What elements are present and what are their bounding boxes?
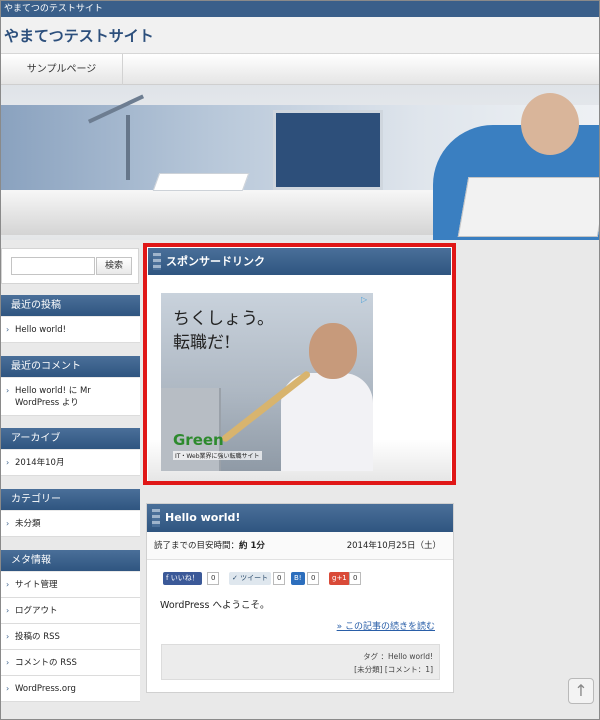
- monitor-illustration: [273, 110, 383, 190]
- tweet-button[interactable]: ✓ ツイート: [229, 572, 272, 585]
- ad-heading: スポンサードリンク: [148, 248, 451, 275]
- topbar-text[interactable]: やまてつのテストサイト: [4, 4, 103, 14]
- sidebar-item-label[interactable]: Hello world! に Mr WordPress より: [15, 386, 91, 408]
- global-nav: サンプルページ: [1, 53, 599, 85]
- hatena-count: 0: [307, 572, 320, 585]
- sidebar-item-label[interactable]: Hello world!: [15, 325, 66, 335]
- read-time-label: 読了までの目安時間：: [154, 541, 240, 551]
- widget-heading-archives: アーカイブ: [1, 428, 140, 449]
- arrow-up-icon: ↑: [574, 681, 588, 700]
- sidebar-item-label[interactable]: 投稿の RSS: [15, 632, 60, 642]
- post-title[interactable]: Hello world!: [165, 511, 240, 524]
- read-time-value: 約 1分: [239, 541, 265, 551]
- hatena-bookmark-button[interactable]: B!: [291, 572, 305, 585]
- post-meta: 読了までの目安時間：約 1分 2014年10月25日（土）: [147, 532, 453, 560]
- google-plus-button[interactable]: g+1: [329, 572, 350, 585]
- post-category-comments[interactable]: [未分類] [コメント：1]: [168, 663, 433, 676]
- sidebar-item-category[interactable]: › 未分類: [1, 511, 140, 537]
- person-head: [521, 93, 579, 155]
- tweet-label: ツイート: [240, 574, 269, 582]
- header-image: [1, 85, 599, 240]
- sidebar-item-recent-post[interactable]: › Hello world!: [1, 317, 140, 343]
- search-widget: 検索: [1, 248, 139, 284]
- arrow-icon: ›: [6, 519, 10, 528]
- widget-heading-categories: カテゴリー: [1, 489, 140, 510]
- arrow-icon: ›: [6, 386, 10, 395]
- read-more-link[interactable]: » この記事の続きを読む: [337, 619, 435, 632]
- laptop-illustration: [457, 177, 599, 237]
- post-tags[interactable]: タグ ：Hello world!: [168, 650, 433, 663]
- sidebar-item-archive[interactable]: › 2014年10月: [1, 450, 140, 476]
- ad-logo-tagline: IT・Web業界に強い転職サイト: [173, 451, 262, 460]
- sidebar-item-label[interactable]: WordPress.org: [15, 684, 76, 694]
- sidebar-item-label[interactable]: コメントの RSS: [15, 658, 77, 668]
- sidebar-item-site-admin[interactable]: › サイト管理: [1, 572, 140, 598]
- ad-headline-line1: ちくしょう。: [173, 309, 274, 329]
- twitter-icon: ✓: [232, 574, 238, 582]
- back-to-top-button[interactable]: ↑: [568, 678, 594, 704]
- search-input[interactable]: [11, 257, 95, 275]
- ad-headline-line2: 転職だ!: [173, 333, 231, 353]
- post-date: 2014年10月25日（土）: [346, 541, 441, 551]
- site-header: やまてつテストサイト: [1, 17, 599, 53]
- man-face: [309, 323, 357, 379]
- arrow-icon: ›: [6, 606, 10, 615]
- facebook-like-button[interactable]: f いいね！: [163, 572, 202, 585]
- sidebar-item-label[interactable]: 2014年10月: [15, 458, 64, 468]
- post-footer: タグ ：Hello world! [未分類] [コメント：1]: [161, 644, 440, 680]
- ad-headline: ちくしょう。 転職だ!: [173, 307, 274, 355]
- sponsored-link-widget: スポンサードリンク ちくしょう。 転職だ! Green IT・Web業界に強い転…: [143, 243, 456, 485]
- read-time: 読了までの目安時間：約 1分: [154, 532, 265, 560]
- ad-body: ちくしょう。 転職だ! Green IT・Web業界に強い転職サイト ▷ ✕: [148, 275, 451, 481]
- sidebar-item-posts-rss[interactable]: › 投稿の RSS: [1, 624, 140, 650]
- widget-heading-recent-comments: 最近のコメント: [1, 356, 140, 377]
- sidebar-item-label[interactable]: ログアウト: [15, 606, 58, 616]
- tweet-count: 0: [273, 572, 286, 585]
- ad-choices-icon[interactable]: ▷: [361, 295, 367, 304]
- sidebar-item-recent-comment[interactable]: › Hello world! に Mr WordPress より: [1, 378, 140, 416]
- like-count: 0: [207, 572, 220, 585]
- arrow-icon: ›: [6, 580, 10, 589]
- arrow-icon: ›: [6, 632, 10, 641]
- post-article: Hello world! 読了までの目安時間：約 1分 2014年10月25日（…: [146, 503, 454, 693]
- arrow-icon: ›: [6, 325, 10, 334]
- ad-heading-label: スポンサードリンク: [166, 255, 265, 268]
- admin-topbar: やまてつのテストサイト: [1, 1, 599, 17]
- search-button[interactable]: 検索: [96, 257, 132, 275]
- gplus-count: 0: [349, 572, 362, 585]
- nav-item-sample-page[interactable]: サンプルページ: [1, 54, 123, 85]
- widget-heading-recent-posts: 最近の投稿: [1, 295, 140, 316]
- widget-heading-meta: メタ情報: [1, 550, 140, 571]
- post-title-bar: Hello world!: [147, 504, 453, 532]
- arrow-icon: ›: [6, 684, 10, 693]
- post-body: WordPress へようこそ。: [160, 600, 270, 611]
- lamp-post: [126, 115, 130, 180]
- arrow-icon: ›: [6, 458, 10, 467]
- sidebar-item-label[interactable]: サイト管理: [15, 580, 58, 590]
- arrow-icon: ›: [6, 658, 10, 667]
- sidebar-item-comments-rss[interactable]: › コメントの RSS: [1, 650, 140, 676]
- facebook-icon: f: [166, 574, 169, 582]
- heading-marker-icon: [152, 509, 160, 527]
- heading-marker-icon: [153, 253, 161, 270]
- sidebar-item-wordpress-org[interactable]: › WordPress.org: [1, 676, 140, 702]
- sidebar-item-label[interactable]: 未分類: [15, 519, 41, 529]
- ad-banner[interactable]: ちくしょう。 転職だ! Green IT・Web業界に強い転職サイト ▷ ✕: [161, 293, 373, 471]
- site-title[interactable]: やまてつテストサイト: [4, 25, 154, 46]
- paper-illustration: [152, 173, 250, 191]
- ad-logo: Green: [173, 431, 224, 449]
- sidebar-item-logout[interactable]: › ログアウト: [1, 598, 140, 624]
- like-label: いいね！: [170, 574, 199, 582]
